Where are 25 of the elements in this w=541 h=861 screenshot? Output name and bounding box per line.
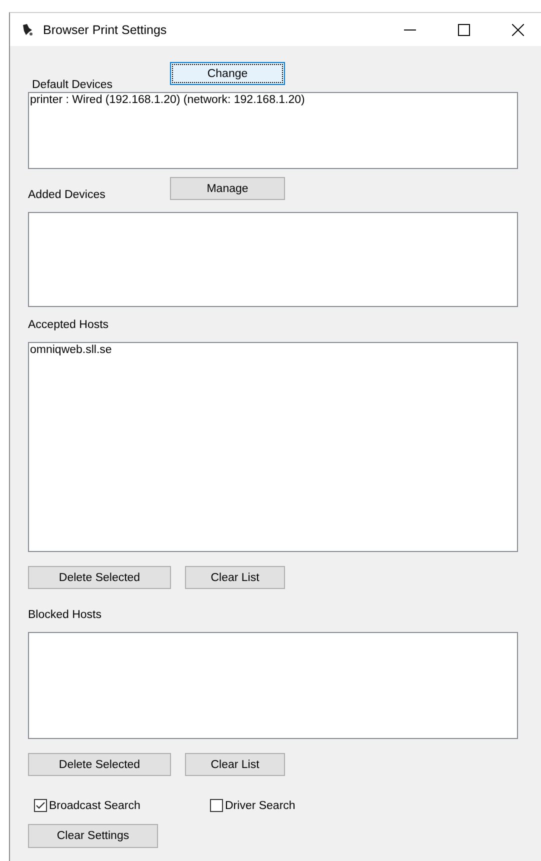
section-button[interactable]: Change (170, 62, 285, 85)
window-title: Browser Print Settings (43, 22, 167, 36)
list-item[interactable]: printer : Wired (192.168.1.20) (network: 192.168.1.20) (29, 93, 517, 107)
list-action-button[interactable]: Delete Selected (28, 753, 171, 776)
checkbox[interactable]: Broadcast Search (34, 799, 210, 812)
section-label: Default Devices (31, 79, 113, 92)
section-label: Accepted Hosts (28, 318, 109, 330)
section-label: Blocked Hosts (28, 608, 102, 620)
section-button[interactable]: Manage (170, 177, 285, 200)
close-icon[interactable] (512, 24, 524, 36)
checkbox-icon[interactable] (210, 799, 223, 812)
checkbox[interactable]: Driver Search (210, 799, 296, 812)
app-icon (20, 22, 34, 36)
list-box[interactable] (28, 632, 518, 739)
list-action-button[interactable]: Delete Selected (28, 566, 171, 589)
maximize-icon[interactable] (458, 24, 470, 36)
section-label: Added Devices (28, 188, 106, 200)
clear-settings-button[interactable]: Clear Settings (28, 824, 158, 848)
list-box[interactable]: omniqweb.sll.se (28, 342, 518, 552)
list-box[interactable] (28, 212, 518, 307)
checkbox-icon[interactable] (34, 799, 47, 812)
list-action-button[interactable]: Clear List (185, 753, 285, 776)
list-item[interactable]: omniqweb.sll.se (29, 343, 517, 357)
list-action-button[interactable]: Clear List (185, 566, 285, 589)
list-box[interactable]: printer : Wired (192.168.1.20) (network: 192.168.1.20) (28, 92, 518, 169)
